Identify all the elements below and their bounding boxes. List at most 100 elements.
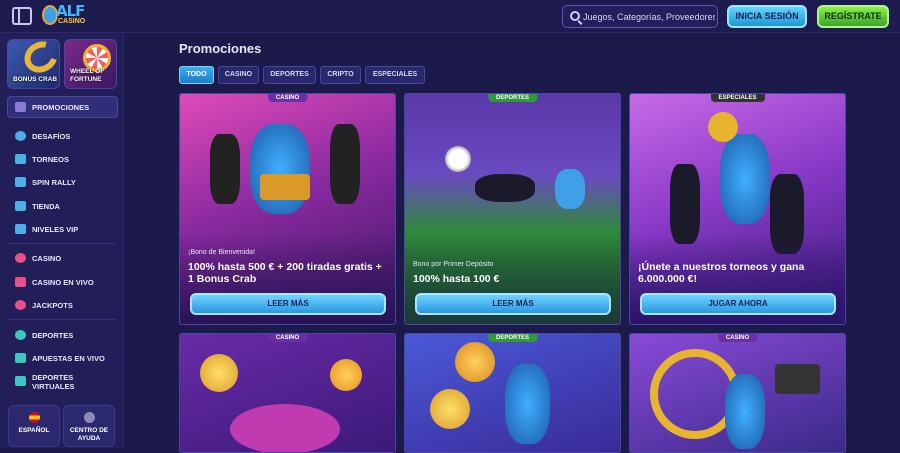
crown-icon	[15, 224, 26, 234]
treasure-chest-illustration	[260, 174, 310, 200]
sidebar-item-label: NIVELES VIP	[32, 224, 79, 234]
goalkeeper-illustration	[475, 174, 535, 202]
category-badge: DEPORTES	[487, 94, 538, 102]
category-badge: CASINO	[267, 334, 308, 342]
tab-deportes[interactable]: DEPORTES	[263, 66, 316, 84]
agent-illustration	[670, 164, 700, 244]
language-label: ESPAÑOL	[18, 427, 50, 434]
sidebar-toggle-icon[interactable]	[12, 7, 32, 25]
bonus-crab-tile[interactable]: BONUS CRAB	[7, 39, 60, 89]
promo-headline: 100% hasta 100 €	[413, 273, 500, 285]
sidebar-item-torneos[interactable]: TORNEOS	[15, 152, 69, 166]
tab-todo[interactable]: TODO	[179, 66, 214, 84]
sidebar-item-label: DESAFÍOS	[32, 131, 71, 141]
promo-card[interactable]: CASINO	[179, 333, 396, 453]
category-badge: ESPECIALES	[710, 94, 765, 102]
read-more-button[interactable]: LEER MÁS	[415, 293, 611, 315]
sidebar-item-label: TORNEOS	[32, 154, 69, 164]
tether-coin-illustration	[430, 389, 470, 429]
promo-subtitle: ¡Bono de Bienvenida!	[188, 249, 255, 256]
sidebar-item-jackpots[interactable]: JACKPOTS	[15, 298, 73, 312]
sidebar-item-spin-rally[interactable]: SPIN RALLY	[15, 175, 76, 189]
top-header: ALF CASINO INICIA SESIÓN REGÍSTRATE	[0, 0, 900, 33]
crab-claw-icon	[18, 40, 59, 79]
tab-cripto[interactable]: CRIPTO	[320, 66, 361, 84]
category-badge: DEPORTES	[487, 334, 538, 342]
login-button[interactable]: INICIA SESIÓN	[727, 5, 807, 28]
sidebar-item-niveles-vip[interactable]: NIVELES VIP	[15, 222, 78, 236]
help-icon	[83, 412, 95, 423]
sidebar-item-casino[interactable]: CASINO	[15, 251, 61, 265]
language-selector[interactable]: ESPAÑOL	[8, 405, 60, 447]
mascot-illustration	[505, 364, 550, 444]
sidebar-item-casino-en-vivo[interactable]: CASINO EN VIVO	[15, 275, 94, 289]
sidebar-item-label: CASINO EN VIVO	[32, 277, 94, 287]
tab-especiales[interactable]: ESPECIALES	[365, 66, 425, 84]
promo-headline: 100% hasta 500 € + 200 tiradas gratis + …	[188, 261, 382, 285]
search-icon	[570, 11, 580, 21]
mascot-illustration	[720, 134, 770, 224]
sidebar-item-deportes[interactable]: DEPORTES	[15, 328, 73, 342]
sidebar-item-label: DEPORTES VIRTUALES	[32, 373, 75, 391]
sidebar-item-apuestas-en-vivo[interactable]: APUESTAS EN VIVO	[15, 351, 105, 365]
target-icon	[15, 131, 26, 141]
bitcoin-coin-illustration	[455, 342, 495, 382]
search-box[interactable]	[562, 5, 718, 28]
live-casino-icon	[15, 277, 26, 287]
promo-card[interactable]: CASINO	[629, 333, 846, 453]
category-badge: CASINO	[717, 334, 758, 342]
main-content: Promociones TODO CASINO DEPORTES CRIPTO …	[124, 33, 900, 453]
sidebar-item-label: SPIN RALLY	[32, 177, 76, 187]
sidebar-item-label: CASINO	[32, 253, 62, 263]
ball-icon	[15, 330, 26, 340]
sidebar-item-deportes-virtuales[interactable]: DEPORTES VIRTUALES	[15, 373, 82, 393]
trophy-icon	[15, 154, 26, 164]
spain-flag-icon	[28, 412, 40, 423]
promo-card[interactable]: DEPORTES	[404, 333, 621, 453]
logo-subtext: CASINO	[58, 18, 86, 25]
live-bet-icon	[15, 353, 26, 363]
clover-icon	[15, 300, 26, 310]
bitcoin-coin-illustration	[330, 359, 362, 391]
rally-icon	[15, 177, 26, 187]
agent-illustration	[210, 134, 240, 204]
register-button[interactable]: REGÍSTRATE	[817, 5, 889, 28]
sidebar-item-label: JACKPOTS	[32, 300, 73, 310]
logo[interactable]: ALF CASINO	[40, 2, 96, 30]
gift-icon	[15, 102, 26, 112]
mascot-illustration	[725, 374, 765, 449]
read-more-button[interactable]: LEER MÁS	[190, 293, 386, 315]
wheel-of-fortune-tile[interactable]: WHEEL OF FORTUNE	[64, 39, 117, 89]
page-title: Promociones	[179, 41, 262, 56]
cherries-icon	[15, 253, 26, 263]
wheel-of-fortune-label: WHEEL OF FORTUNE	[70, 68, 105, 83]
promo-card[interactable]: DEPORTES Bono por Primer Depósito 100% h…	[404, 93, 621, 325]
agent-illustration	[330, 124, 360, 204]
divider	[8, 319, 116, 320]
promo-card[interactable]: ESPECIALES ¡Únete a nuestros torneos y g…	[629, 93, 846, 325]
sidebar-item-desafios[interactable]: DESAFÍOS	[15, 129, 70, 143]
help-center-button[interactable]: CENTRO DE AYUDA	[63, 405, 115, 447]
sidebar-item-promociones[interactable]: PROMOCIONES	[15, 100, 89, 114]
sidebar-item-tienda[interactable]: TIENDA	[15, 199, 60, 213]
search-input[interactable]	[583, 8, 715, 26]
mascot-illustration	[250, 124, 310, 214]
controller-icon	[15, 376, 26, 386]
sidebar-item-label: PROMOCIONES	[32, 102, 90, 112]
sidebar-item-label: DEPORTES	[32, 330, 74, 340]
promo-subtitle: Bono por Primer Depósito	[413, 261, 494, 268]
mascot-illustration	[555, 169, 585, 209]
trophy-illustration	[708, 112, 738, 142]
sidebar-item-label: TIENDA	[32, 201, 60, 211]
football-illustration	[445, 146, 471, 172]
tether-coin-illustration	[200, 354, 238, 392]
play-now-button[interactable]: JUGAR AHORA	[640, 293, 836, 315]
ufo-illustration	[230, 404, 340, 452]
sidebar: BONUS CRAB WHEEL OF FORTUNE PROMOCIONES …	[0, 33, 124, 448]
tab-casino[interactable]: CASINO	[218, 66, 259, 84]
category-badge: CASINO	[267, 94, 308, 102]
promo-card[interactable]: CASINO ¡Bono de Bienvenida! 100% hasta 5…	[179, 93, 396, 325]
shop-icon	[15, 201, 26, 211]
phone-illustration	[775, 364, 820, 394]
bonus-crab-label: BONUS CRAB	[13, 76, 58, 83]
